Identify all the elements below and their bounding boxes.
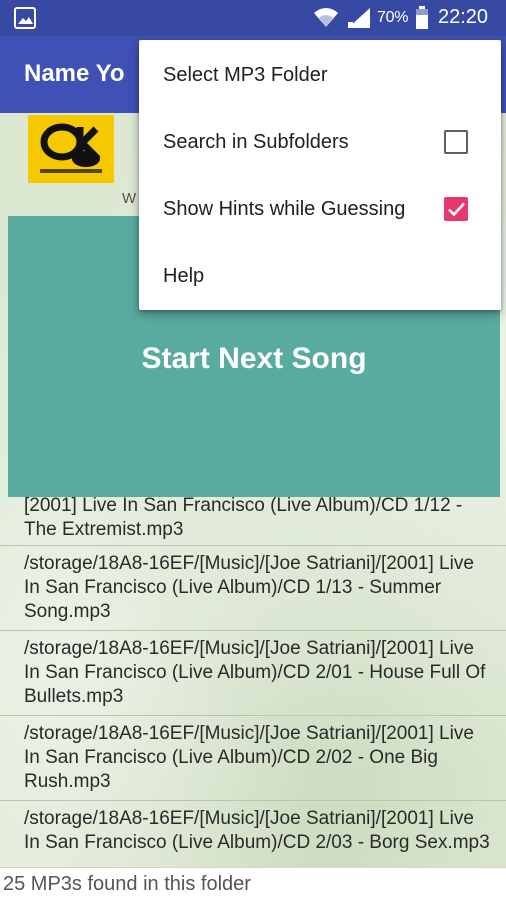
overflow-menu: Select MP3 Folder Search in Subfolders S… bbox=[139, 40, 501, 310]
wifi-icon bbox=[314, 8, 338, 27]
file-path: /storage/18A8-16EF/[Music]/[Joe Satriani… bbox=[24, 808, 490, 853]
menu-item-label: Select MP3 Folder bbox=[163, 64, 328, 86]
search-subfolders-checkbox[interactable] bbox=[444, 130, 468, 154]
menu-item-search-subfolders[interactable]: Search in Subfolders bbox=[139, 109, 501, 176]
battery-icon bbox=[416, 6, 428, 29]
mp3-count-status: 25 MP3s found in this folder bbox=[0, 867, 506, 900]
list-item[interactable]: [2001] Live In San Francisco (Live Album… bbox=[0, 497, 506, 546]
gallery-icon bbox=[14, 7, 36, 29]
file-path: /storage/18A8-16EF/[Music]/[Joe Satriani… bbox=[24, 723, 474, 792]
status-bar: 70% 22:20 bbox=[0, 0, 506, 36]
menu-item-label: Help bbox=[163, 265, 205, 287]
menu-item-help[interactable]: Help bbox=[139, 243, 501, 310]
signal-icon bbox=[348, 8, 370, 28]
show-hints-checkbox[interactable] bbox=[444, 197, 468, 221]
menu-item-label: Search in Subfolders bbox=[163, 131, 349, 153]
file-path: [2001] Live In San Francisco (Live Album… bbox=[24, 497, 463, 540]
menu-item-label: Show Hints while Guessing bbox=[163, 198, 406, 220]
file-path: /storage/18A8-16EF/[Music]/[Joe Satriani… bbox=[24, 553, 474, 622]
checkmark-icon bbox=[448, 202, 465, 217]
start-button-label: Start Next Song bbox=[141, 341, 367, 375]
list-item[interactable]: /storage/18A8-16EF/[Music]/[Joe Satriani… bbox=[0, 716, 506, 801]
ok-sir-logo-icon bbox=[40, 123, 102, 173]
file-path: /storage/18A8-16EF/[Music]/[Joe Satriani… bbox=[24, 638, 486, 707]
file-list[interactable]: [2001] Live In San Francisco (Live Album… bbox=[0, 497, 506, 867]
ad-banner-logo[interactable] bbox=[28, 115, 114, 183]
list-item[interactable]: /storage/18A8-16EF/[Music]/[Joe Satriani… bbox=[0, 631, 506, 716]
list-item[interactable]: /storage/18A8-16EF/[Music]/[Joe Satriani… bbox=[0, 546, 506, 631]
battery-percent: 70% bbox=[377, 9, 409, 26]
ad-caption: W bbox=[122, 190, 137, 207]
menu-item-show-hints[interactable]: Show Hints while Guessing bbox=[139, 176, 501, 243]
clock: 22:20 bbox=[438, 6, 489, 28]
menu-item-select-folder[interactable]: Select MP3 Folder bbox=[139, 42, 501, 109]
list-item[interactable]: /storage/18A8-16EF/[Music]/[Joe Satriani… bbox=[0, 801, 506, 867]
